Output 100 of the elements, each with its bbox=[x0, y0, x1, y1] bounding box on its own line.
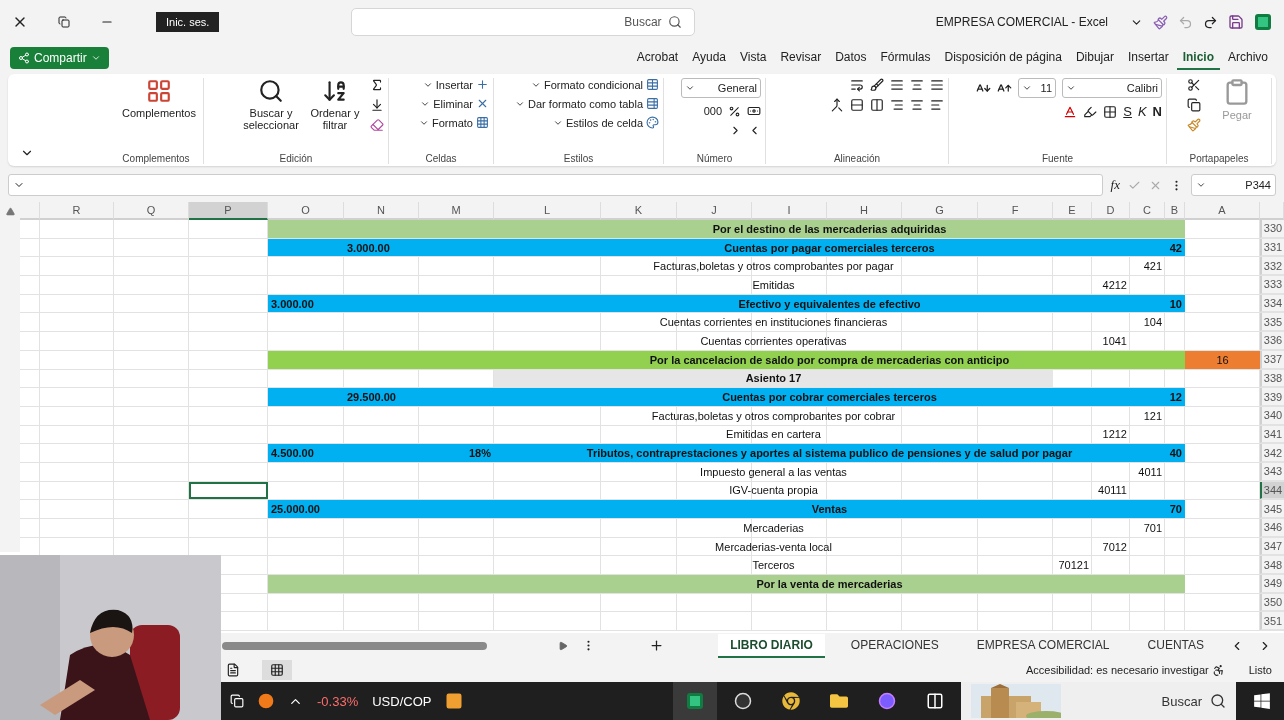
copy-icon[interactable] bbox=[1187, 98, 1201, 112]
column-header[interactable]: H bbox=[827, 202, 902, 220]
column-header[interactable]: P bbox=[189, 202, 268, 220]
column-header[interactable]: N bbox=[344, 202, 419, 220]
row-header[interactable]: 349 bbox=[1260, 575, 1284, 593]
restore-icon[interactable] bbox=[58, 16, 70, 28]
fill-color-icon[interactable] bbox=[1083, 104, 1098, 119]
clear-icon[interactable] bbox=[370, 118, 384, 132]
merge-icon[interactable] bbox=[830, 98, 844, 112]
menu-tab[interactable]: Fórmulas bbox=[874, 46, 937, 70]
thousands-button[interactable]: 000 bbox=[703, 105, 722, 117]
column-header[interactable]: L bbox=[494, 202, 601, 220]
search-field[interactable]: Buscar bbox=[350, 8, 695, 36]
menu-tab[interactable]: Datos bbox=[829, 46, 873, 70]
edit-button[interactable]: Ordenar y filtrar bbox=[306, 78, 364, 131]
menu-tab[interactable]: Archivo bbox=[1222, 46, 1274, 70]
style-button[interactable]: Dar formato como tabla bbox=[515, 97, 659, 110]
name-box[interactable]: P344 bbox=[1191, 174, 1276, 196]
brush-icon[interactable] bbox=[1153, 14, 1168, 30]
add-sheet-icon[interactable] bbox=[649, 638, 665, 653]
bold-button[interactable]: N bbox=[1152, 104, 1162, 119]
tray-device-icon[interactable] bbox=[230, 694, 244, 708]
account-code: 1212 bbox=[1101, 427, 1128, 443]
formula-input[interactable] bbox=[8, 174, 1103, 196]
tray-app-icon[interactable] bbox=[258, 693, 274, 709]
sheet-tab[interactable]: EMPRESA COMERCIAL bbox=[964, 633, 1122, 658]
scrollbar-thumb[interactable] bbox=[222, 641, 487, 650]
menu-tab[interactable]: Dibujar bbox=[1069, 46, 1120, 70]
edit-button[interactable]: Buscar y seleccionar bbox=[242, 78, 300, 131]
column-header[interactable]: B bbox=[1165, 202, 1185, 220]
borders-icon[interactable] bbox=[1103, 104, 1118, 119]
column-header[interactable]: I bbox=[752, 202, 827, 220]
save-icon[interactable] bbox=[1228, 14, 1244, 30]
normal-view-button[interactable] bbox=[262, 660, 292, 680]
cells-button[interactable]: Formato bbox=[419, 116, 489, 129]
addins-button[interactable]: Complementos bbox=[119, 78, 199, 119]
cells-button[interactable]: Insertar bbox=[422, 78, 489, 91]
align-center-icon[interactable] bbox=[910, 98, 924, 112]
column-header[interactable]: G bbox=[902, 202, 978, 220]
row-header[interactable]: 348 bbox=[1260, 556, 1284, 575]
format-painter-icon[interactable] bbox=[1187, 118, 1201, 132]
menu-tab[interactable]: Vista bbox=[734, 46, 773, 70]
style-button[interactable]: Formato condicional bbox=[530, 78, 659, 91]
cells-button[interactable]: Eliminar bbox=[420, 97, 489, 110]
menu-tab[interactable]: Insertar bbox=[1121, 46, 1175, 70]
menu-tab[interactable]: Disposición de página bbox=[938, 46, 1068, 70]
wrap-text-icon[interactable] bbox=[850, 78, 864, 92]
cut-icon[interactable] bbox=[1187, 78, 1201, 92]
scroll-up-icon[interactable] bbox=[5, 207, 15, 216]
column-header[interactable]: Q bbox=[114, 202, 189, 220]
font-select[interactable]: Calibri bbox=[1062, 78, 1162, 98]
column-header[interactable]: K bbox=[601, 202, 677, 220]
align-middle-icon[interactable] bbox=[910, 78, 924, 92]
row-header[interactable]: 346 bbox=[1260, 519, 1284, 537]
row-header[interactable]: 345 bbox=[1260, 500, 1284, 518]
sheet-tab[interactable]: CUENTAS bbox=[1135, 633, 1216, 658]
underline-button[interactable]: S bbox=[1123, 104, 1132, 119]
row-header[interactable]: 332 bbox=[1260, 257, 1284, 276]
row-header[interactable]: 333 bbox=[1260, 276, 1284, 294]
column-header[interactable]: A bbox=[1185, 202, 1260, 220]
size-select[interactable]: 11 bbox=[1018, 78, 1056, 98]
percent-icon[interactable] bbox=[728, 104, 741, 118]
scroll-right-icon[interactable] bbox=[558, 640, 569, 651]
fill-icon[interactable] bbox=[370, 98, 384, 112]
align-left-icon[interactable] bbox=[930, 98, 944, 112]
style-button[interactable]: Estilos de celda bbox=[552, 116, 659, 129]
menu-tab[interactable]: Inicio bbox=[1176, 46, 1220, 70]
currency-icon[interactable] bbox=[747, 104, 761, 118]
font-color-icon[interactable] bbox=[1063, 104, 1078, 119]
row-header[interactable]: 342 bbox=[1260, 444, 1284, 462]
excel-app-button[interactable] bbox=[673, 682, 717, 720]
column-header[interactable]: C bbox=[1130, 202, 1165, 220]
redo-icon[interactable] bbox=[1203, 14, 1218, 30]
column-header[interactable]: E bbox=[1053, 202, 1092, 220]
row-header[interactable]: 339 bbox=[1260, 388, 1284, 406]
taskbar-search[interactable]: Buscar bbox=[961, 682, 1236, 720]
row-header[interactable]: 336 bbox=[1260, 332, 1284, 350]
italic-button[interactable]: K bbox=[1137, 104, 1147, 119]
row-header[interactable]: 351 bbox=[1260, 612, 1284, 631]
accessibility-status[interactable]: Accesibilidad: es necesario investigar bbox=[1025, 663, 1225, 677]
menu-tab[interactable]: Revisar bbox=[774, 46, 828, 70]
menu-tab[interactable]: Acrobat bbox=[630, 46, 685, 70]
column-header[interactable]: R bbox=[40, 202, 114, 220]
column-header[interactable]: F bbox=[978, 202, 1053, 220]
menu-tab[interactable]: Ayuda bbox=[686, 46, 732, 70]
format-select[interactable]: General bbox=[681, 78, 761, 98]
selected-cell[interactable] bbox=[189, 481, 268, 500]
share-button[interactable]: Compartir bbox=[10, 47, 109, 69]
column-header[interactable]: D bbox=[1092, 202, 1130, 220]
sheet-tab[interactable]: LIBRO DIARIO bbox=[718, 633, 825, 658]
row-header[interactable]: 330 bbox=[1260, 220, 1284, 238]
row-header[interactable]: 335 bbox=[1260, 313, 1284, 332]
column-header[interactable]: J bbox=[677, 202, 752, 220]
sheet-tab[interactable]: OPERACIONES bbox=[838, 633, 951, 658]
insert-function-button[interactable]: fx bbox=[1110, 177, 1120, 193]
sum-icon[interactable] bbox=[370, 78, 384, 92]
align-right-icon[interactable] bbox=[890, 98, 904, 112]
sign-in-button[interactable]: Inic. ses. bbox=[156, 12, 220, 32]
column-header[interactable]: M bbox=[419, 202, 494, 220]
column-header[interactable]: O bbox=[268, 202, 344, 220]
